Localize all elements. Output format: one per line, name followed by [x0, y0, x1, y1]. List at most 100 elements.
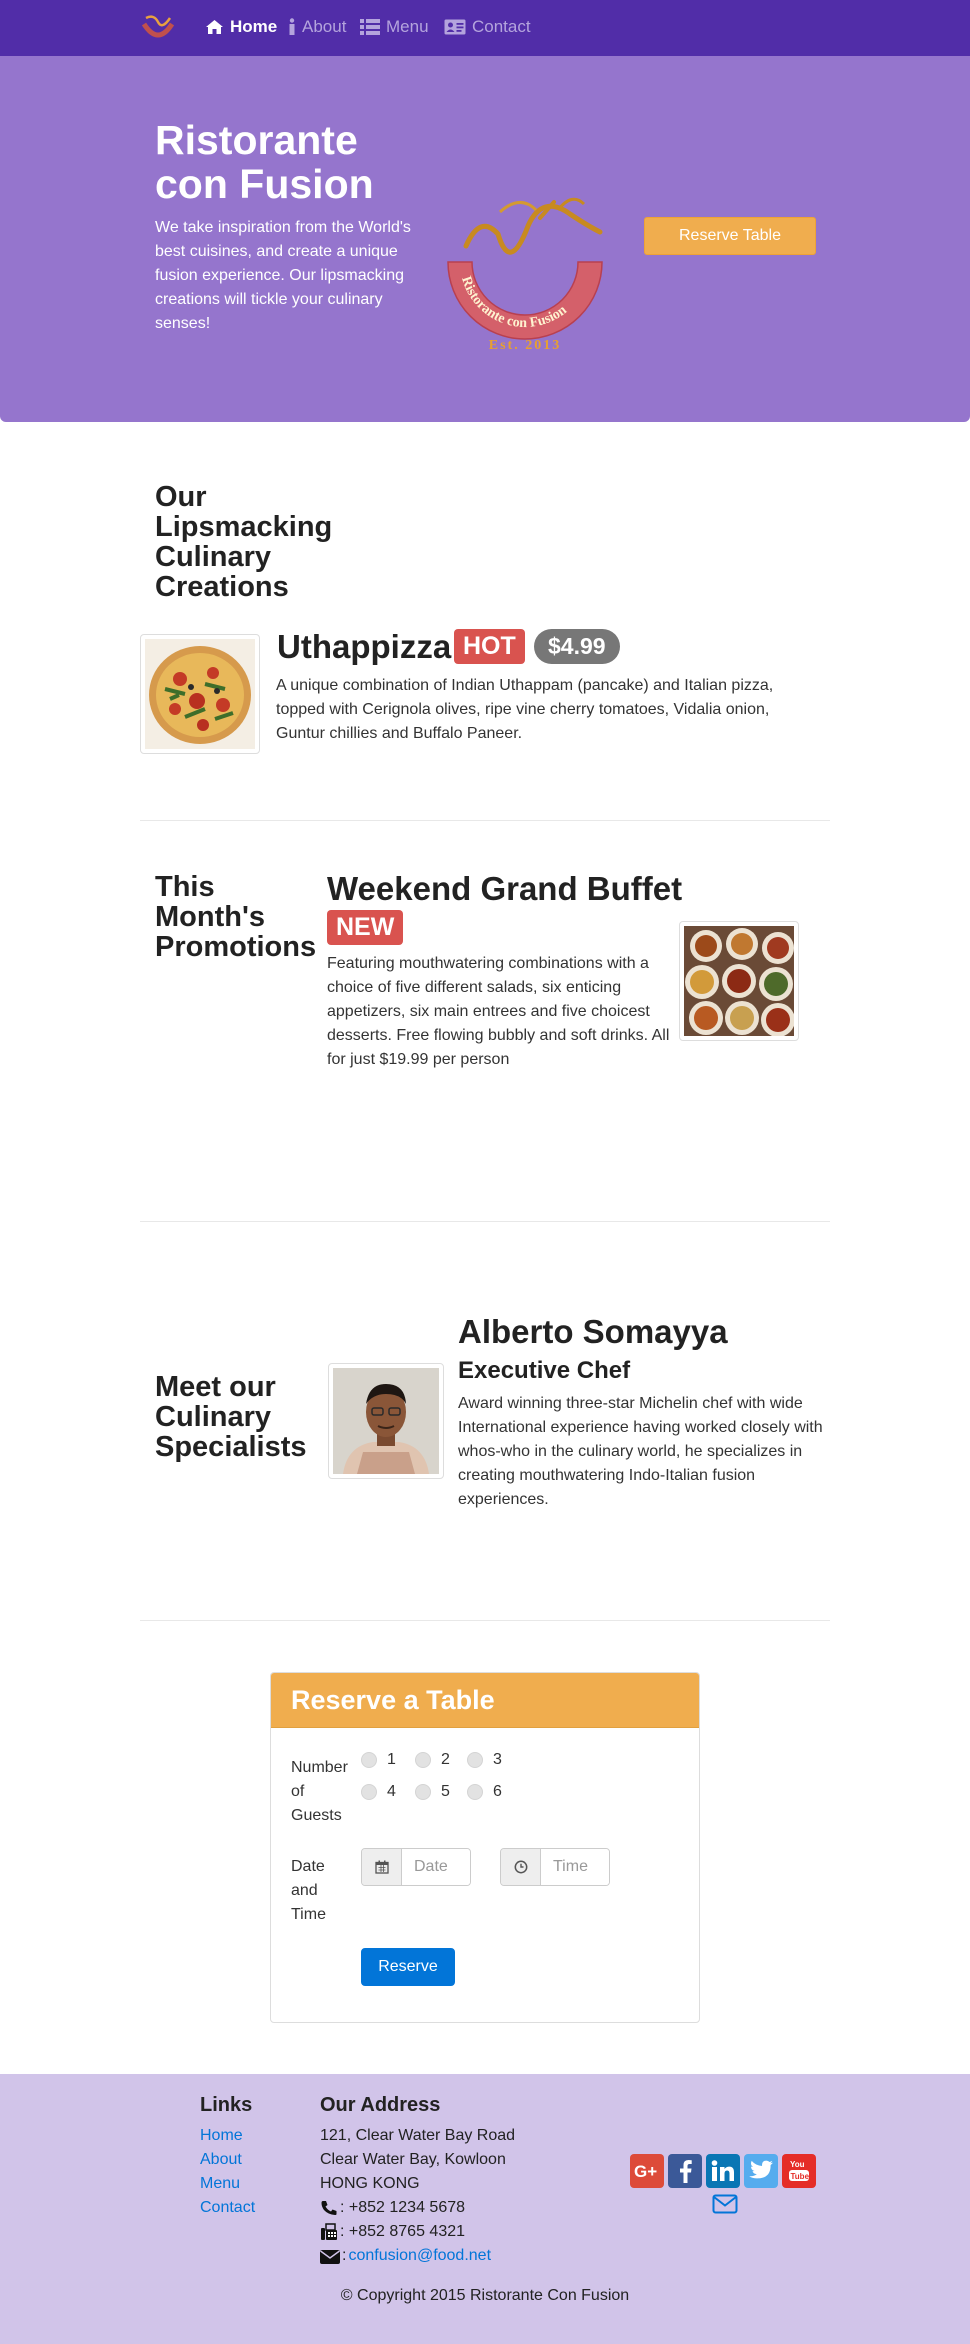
- avatar: [333, 1368, 439, 1474]
- radio-label: 1: [387, 1751, 396, 1768]
- brand-logo[interactable]: [140, 12, 176, 44]
- guests-radio-1[interactable]: 1: [361, 1751, 396, 1769]
- reserve-card-title: Reserve a Table: [291, 1685, 495, 1715]
- price-badge: $4.99: [534, 629, 620, 664]
- radio-label: 3: [493, 1751, 502, 1768]
- radio-label: 4: [387, 1783, 396, 1800]
- navbar: Home About Menu Contact: [0, 0, 970, 56]
- guests-radio-3[interactable]: 3: [467, 1751, 502, 1769]
- links-heading: Links: [200, 2094, 253, 2116]
- guests-radio-5[interactable]: 5: [415, 1783, 450, 1801]
- footer: Links Home About Menu Contact Our Addres…: [0, 2074, 970, 2344]
- jumbotron: Ristorante con Fusion We take inspiratio…: [0, 56, 970, 422]
- copyright: © Copyright 2015 Ristorante Con Fusion: [340, 2287, 630, 2304]
- time-input-group: [500, 1848, 610, 1886]
- envelope-icon: [320, 2249, 340, 2264]
- radio-label: 5: [441, 1783, 450, 1800]
- time-input[interactable]: [541, 1849, 609, 1885]
- phone-text: : +852 1234 5678: [340, 2199, 466, 2216]
- datetime-label: Date and Time: [291, 1858, 326, 1923]
- specialists-heading: Meet our Culinary Specialists: [155, 1371, 307, 1463]
- promotions-heading: This Month's Promotions: [155, 871, 317, 963]
- calendar-icon: [362, 1849, 402, 1885]
- guests-radio-2[interactable]: 2: [415, 1751, 450, 1769]
- footer-link-home[interactable]: Home: [200, 2124, 243, 2148]
- logo-est-text: Est. 2013: [489, 338, 561, 353]
- reserve-submit-button[interactable]: Reserve: [361, 1948, 455, 1986]
- guests-radio-6[interactable]: 6: [467, 1783, 502, 1801]
- buffet-description: Featuring mouthwatering combinations wit…: [327, 955, 670, 1068]
- radio-label: 6: [493, 1783, 502, 1800]
- creations-heading: Our Lipsmacking Culinary Creations: [155, 481, 333, 603]
- hot-label: HOT: [454, 629, 525, 664]
- radio-circle[interactable]: [467, 1784, 483, 1800]
- restaurant-logo: Ristorante con Fusion Est. 2013: [447, 197, 603, 353]
- twitter-icon[interactable]: [744, 2154, 778, 2188]
- address-line-2: Clear Water Bay, Kowloon: [320, 2151, 506, 2168]
- svg-text:Ristorante con Fusion: Ristorante con Fusion: [458, 275, 570, 331]
- buffet-image: [679, 921, 799, 1041]
- fax-icon: [321, 2223, 337, 2240]
- divider: [140, 820, 830, 821]
- phone-icon: [321, 2201, 337, 2215]
- address-card-icon: [444, 19, 466, 35]
- nav-home[interactable]: Home: [205, 17, 277, 37]
- nav-about[interactable]: About: [288, 17, 346, 37]
- list-icon: [360, 19, 380, 35]
- email-line: : confusion@food.net: [320, 2244, 491, 2268]
- new-label: NEW: [327, 910, 404, 945]
- linkedin-icon[interactable]: [706, 2154, 740, 2188]
- fax-line: : +852 8765 4321: [320, 2220, 465, 2244]
- jumbotron-title: Ristorante con Fusion: [155, 117, 374, 207]
- uthappizza-title: Uthappizza: [277, 628, 452, 665]
- divider: [140, 1221, 830, 1222]
- info-icon: [289, 18, 295, 35]
- date-input-group: [361, 1848, 471, 1886]
- envelope-icon[interactable]: [708, 2192, 742, 2216]
- svg-text:You: You: [790, 2160, 805, 2169]
- uthappizza-description: A unique combination of Indian Uthappam …: [276, 677, 774, 742]
- radio-circle[interactable]: [361, 1784, 377, 1800]
- footer-link-contact[interactable]: Contact: [200, 2196, 255, 2220]
- radio-circle[interactable]: [467, 1752, 483, 1768]
- chef-bio: Award winning three-star Michelin chef w…: [458, 1395, 823, 1508]
- date-input[interactable]: [402, 1849, 470, 1885]
- chef-name: Alberto Somayya: [458, 1313, 728, 1350]
- logo-arc-text: Ristorante con Fusion: [458, 275, 570, 331]
- nav-home-label: Home: [230, 17, 278, 36]
- svg-text:G+: G+: [634, 2162, 657, 2181]
- nav-contact-label: Contact: [472, 17, 531, 36]
- youtube-icon[interactable]: You Tube: [782, 2154, 816, 2188]
- reserve-card: Reserve a Table Number of Guests 1 2 3 4…: [270, 1672, 700, 2023]
- radio-circle[interactable]: [415, 1784, 431, 1800]
- radio-label: 2: [441, 1751, 450, 1768]
- nav-contact[interactable]: Contact: [444, 17, 531, 37]
- guests-label: Number of Guests: [291, 1759, 348, 1824]
- radio-circle[interactable]: [361, 1752, 377, 1768]
- uthappizza-image: [140, 634, 260, 754]
- reserve-card-header: Reserve a Table: [271, 1673, 699, 1728]
- google-plus-icon[interactable]: G+: [630, 2154, 664, 2188]
- svg-text:Tube: Tube: [791, 2172, 810, 2181]
- facebook-icon[interactable]: [668, 2154, 702, 2188]
- nav-menu[interactable]: Menu: [360, 17, 429, 37]
- guests-radio-4[interactable]: 4: [361, 1783, 396, 1801]
- chef-role: Executive Chef: [458, 1357, 631, 1384]
- address-line-1: 121, Clear Water Bay Road: [320, 2127, 516, 2144]
- email-link[interactable]: confusion@food.net: [348, 2244, 491, 2268]
- buffet-title: Weekend Grand Buffet: [327, 870, 683, 907]
- radio-circle[interactable]: [415, 1752, 431, 1768]
- nav-menu-label: Menu: [386, 17, 429, 36]
- jumbotron-text: We take inspiration from the World's bes…: [155, 219, 411, 332]
- email-prefix: :: [342, 2247, 347, 2264]
- footer-link-menu[interactable]: Menu: [200, 2172, 240, 2196]
- address-heading: Our Address: [320, 2094, 441, 2116]
- divider: [140, 1620, 830, 1621]
- clock-icon: [501, 1849, 541, 1885]
- reserve-table-button[interactable]: Reserve Table: [644, 217, 816, 255]
- footer-link-about[interactable]: About: [200, 2148, 242, 2172]
- phone-line: : +852 1234 5678: [320, 2196, 465, 2220]
- address-line-3: HONG KONG: [320, 2175, 420, 2192]
- chef-photo: [328, 1363, 444, 1479]
- fax-text: : +852 8765 4321: [340, 2223, 466, 2240]
